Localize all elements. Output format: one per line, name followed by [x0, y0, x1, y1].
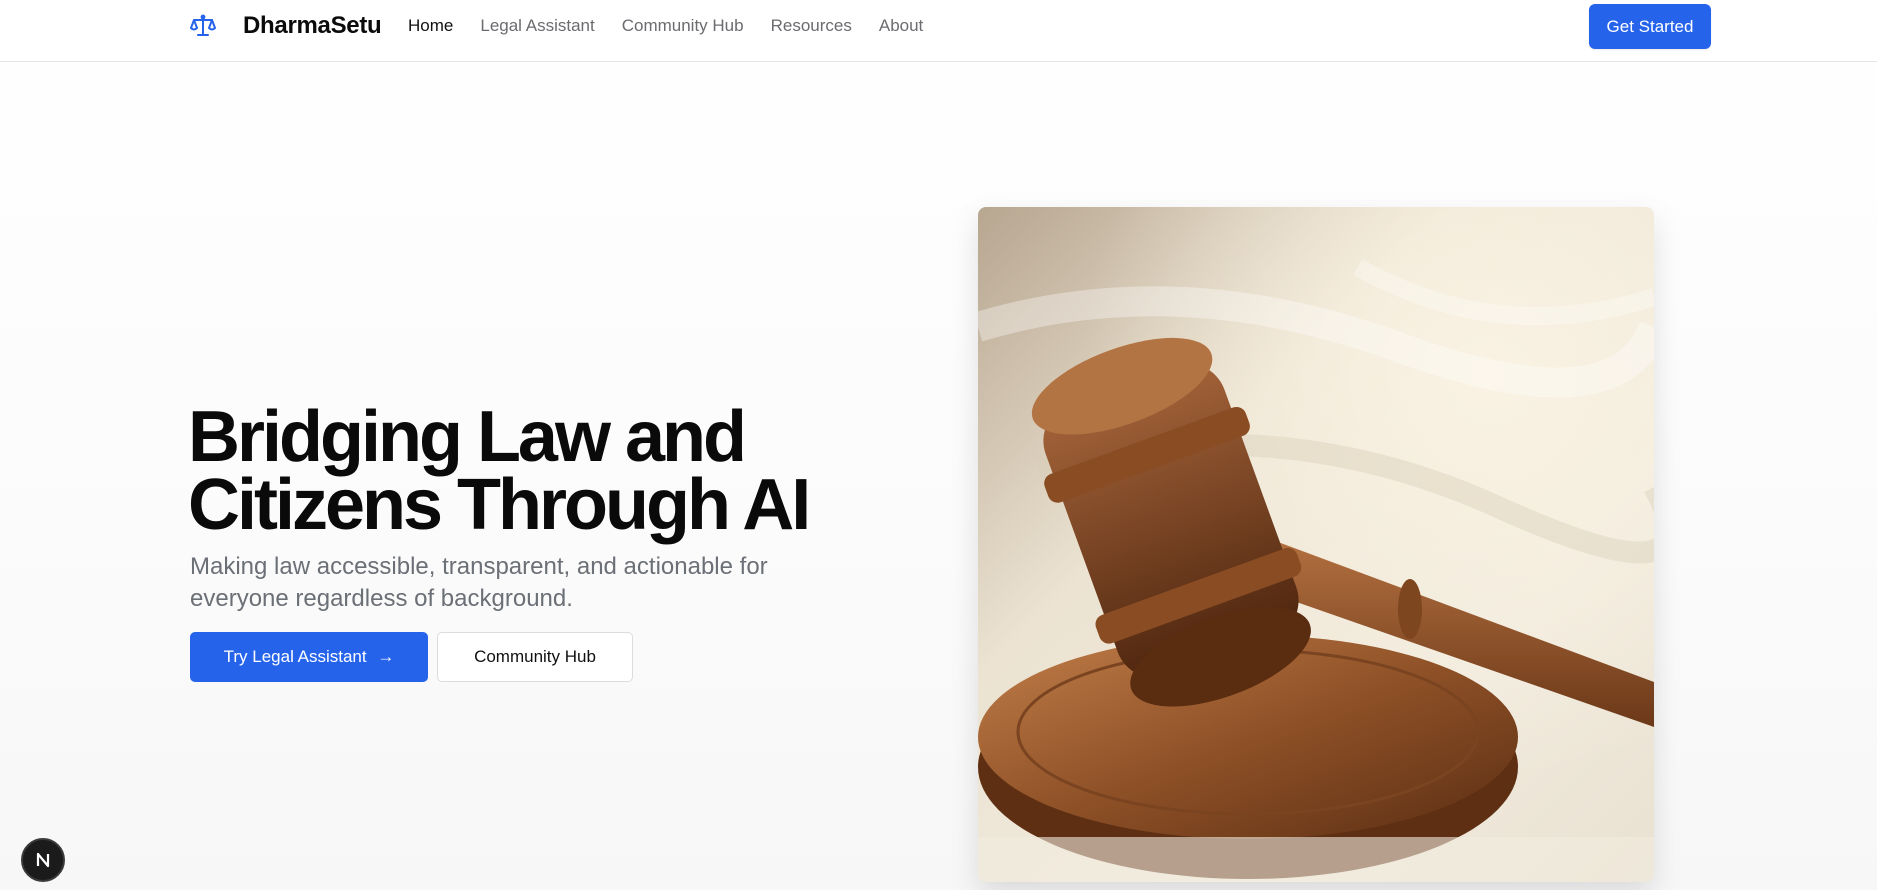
nav-community-hub[interactable]: Community Hub [622, 15, 744, 37]
hero-title: Bridging Law and Citizens Through AI [188, 401, 888, 541]
hero-title-line-2: Citizens Through AI [188, 465, 811, 545]
arrow-right-icon: → [377, 647, 395, 666]
brand-name[interactable]: DharmaSetu [243, 12, 382, 40]
hero-subtitle: Making law accessible, transparent, and … [190, 553, 768, 612]
top-navbar: DharmaSetu Home Legal Assistant Communit… [0, 0, 1877, 62]
logo[interactable] [190, 13, 216, 39]
nextjs-dev-badge[interactable] [21, 838, 65, 882]
nextjs-logo-icon [36, 852, 50, 868]
hero-gavel-image [978, 207, 1654, 882]
judge-gavel-photo [978, 207, 1654, 882]
community-hub-button[interactable]: Community Hub [437, 632, 633, 682]
nav-legal-assistant[interactable]: Legal Assistant [480, 15, 594, 37]
get-started-button[interactable]: Get Started [1589, 4, 1711, 49]
main-nav: Home Legal Assistant Community Hub Resou… [408, 15, 950, 37]
try-legal-assistant-button[interactable]: Try Legal Assistant → [190, 632, 428, 682]
nav-home[interactable]: Home [408, 15, 453, 37]
try-legal-assistant-label: Try Legal Assistant [223, 647, 367, 666]
nav-about[interactable]: About [879, 15, 923, 37]
scales-of-justice-icon [190, 14, 216, 36]
nav-resources[interactable]: Resources [771, 15, 852, 37]
